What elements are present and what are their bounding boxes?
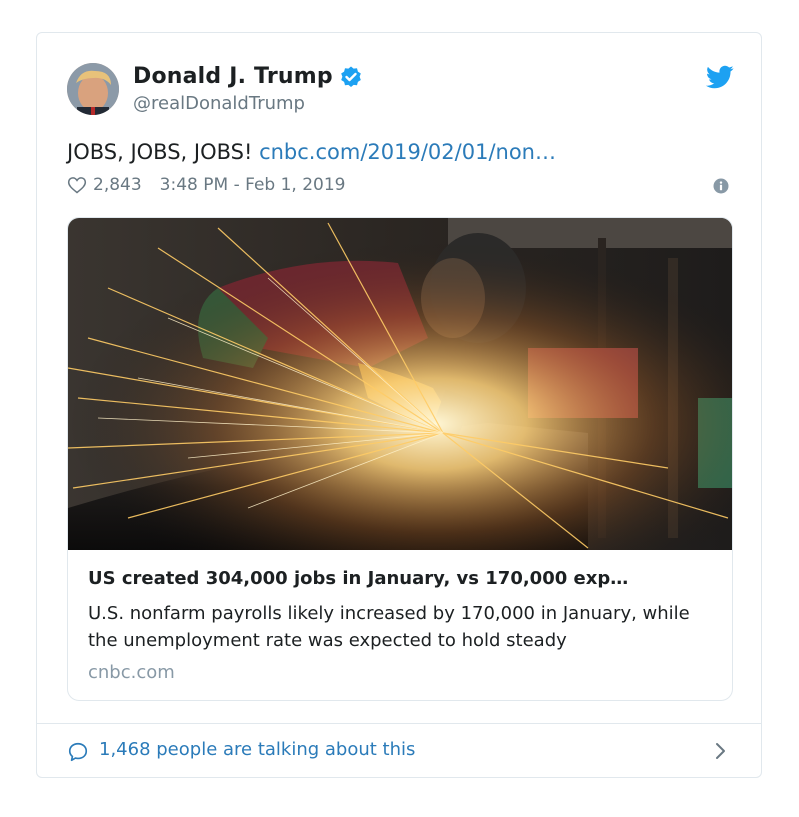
verified-badge-icon	[339, 65, 363, 89]
talking-count-link[interactable]: 1,468 people are talking about this	[99, 739, 415, 760]
tweet-text: JOBS, JOBS, JOBS! cnbc.com/2019/02/01/no…	[67, 140, 556, 164]
tweet-timestamp[interactable]: 3:48 PM - Feb 1, 2019	[160, 175, 346, 195]
card-title[interactable]: US created 304,000 jobs in January, vs 1…	[88, 568, 714, 589]
card-domain: cnbc.com	[88, 662, 175, 683]
tweet-body: JOBS, JOBS, JOBS!	[67, 140, 260, 164]
author-name[interactable]: Donald J. Trump	[133, 64, 333, 89]
tweet-meta: 2,843 3:48 PM - Feb 1, 2019	[67, 175, 346, 195]
avatar[interactable]	[67, 63, 119, 115]
info-icon[interactable]	[713, 178, 729, 194]
chevron-right-icon[interactable]	[713, 741, 729, 761]
card-description: U.S. nonfarm payrolls likely increased b…	[88, 603, 690, 651]
author-handle[interactable]: @realDonaldTrump	[133, 93, 305, 114]
link-card[interactable]: US created 304,000 jobs in January, vs 1…	[67, 217, 733, 701]
article-image[interactable]	[68, 218, 733, 550]
like-count[interactable]: 2,843	[93, 175, 142, 195]
speech-bubble-icon	[67, 741, 89, 763]
author-row: Donald J. Trump	[133, 64, 363, 89]
twitter-bird-icon[interactable]	[705, 63, 734, 91]
heart-icon[interactable]	[67, 175, 87, 195]
tweet-footer[interactable]: 1,468 people are talking about this	[37, 723, 761, 779]
embedded-tweet: Donald J. Trump @realDonaldTrump JOBS, J…	[36, 32, 762, 778]
tweet-link[interactable]: cnbc.com/2019/02/01/non…	[259, 140, 556, 164]
